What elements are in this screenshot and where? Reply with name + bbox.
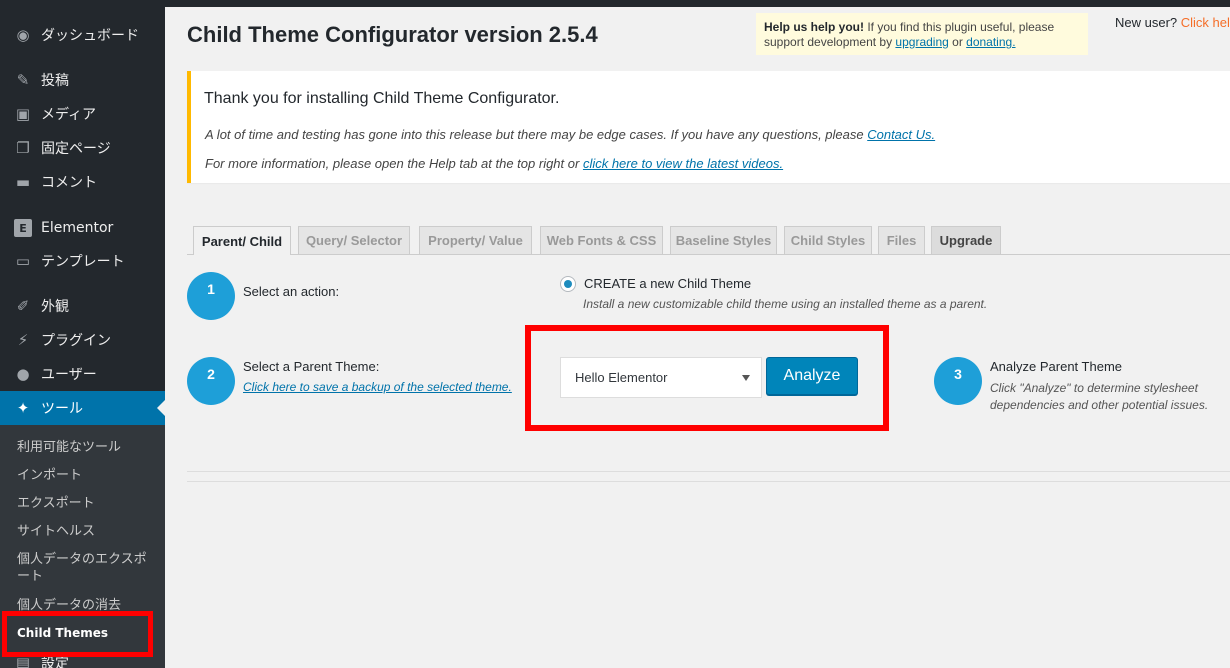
user-icon: ●: [16, 365, 30, 383]
section-divider: [187, 481, 1230, 482]
sidebar-item-label: 投稿: [41, 73, 69, 89]
tab-files[interactable]: Files: [878, 226, 925, 254]
sidebar-item-pages[interactable]: ❐ 固定ページ: [0, 131, 165, 165]
tab-baseline: [187, 254, 1230, 255]
step-1-label: Select an action:: [243, 284, 340, 299]
submenu-item-site-health[interactable]: サイトヘルス: [17, 523, 157, 540]
install-notice: Thank you for installing Child Theme Con…: [187, 71, 1230, 183]
sidebar-item-appearance[interactable]: ✐ 外観: [0, 289, 165, 323]
notice-line-1: A lot of time and testing has gone into …: [205, 127, 935, 142]
sidebar-item-label: ダッシュボード: [41, 28, 139, 44]
pin-icon: ✎: [16, 71, 30, 89]
tab-parent-child[interactable]: Parent/ Child: [193, 226, 291, 255]
sidebar-item-posts[interactable]: ✎ 投稿: [0, 63, 165, 97]
step-3-label: Analyze Parent Theme: [990, 359, 1122, 374]
analyze-button[interactable]: Analyze: [766, 357, 858, 395]
media-icon: ▣: [15, 105, 31, 123]
step-3-desc-line-2: dependencies and other potential issues.: [990, 398, 1209, 412]
sidebar-item-elementor[interactable]: E Elementor: [0, 211, 165, 245]
sidebar-item-label: ユーザー: [41, 367, 97, 383]
create-child-theme-label: CREATE a new Child Theme: [584, 276, 752, 291]
chevron-down-icon: [742, 375, 750, 381]
sidebar-item-comments[interactable]: ▬ コメント: [0, 165, 165, 199]
submenu-item-available-tools[interactable]: 利用可能なツール: [17, 439, 157, 456]
pages-icon: ❐: [16, 139, 30, 157]
latest-videos-link[interactable]: click here to view the latest videos.: [583, 156, 783, 171]
step-2-badge: 2: [187, 357, 235, 405]
sidebar-item-media[interactable]: ▣ メディア: [0, 97, 165, 131]
sidebar-item-label: プラグイン: [41, 333, 111, 349]
help-text-2: or: [948, 35, 967, 49]
upgrading-link[interactable]: upgrading: [895, 35, 948, 49]
step-1-badge: 1: [187, 272, 235, 320]
create-child-theme-desc: Install a new customizable child theme u…: [583, 297, 988, 311]
sidebar-item-templates[interactable]: ▭ テンプレート: [0, 244, 165, 278]
sidebar-item-label: 固定ページ: [41, 141, 111, 157]
sidebar-item-label: メディア: [41, 107, 97, 123]
wrench-icon: ✦: [16, 399, 30, 417]
tab-web-fonts-css[interactable]: Web Fonts & CSS: [540, 226, 663, 254]
brush-icon: ✐: [16, 297, 30, 315]
tab-query-selector[interactable]: Query/ Selector: [298, 226, 410, 254]
sidebar-item-tools[interactable]: ✦ ツール: [0, 391, 165, 425]
notice-line-1-text: A lot of time and testing has gone into …: [205, 127, 868, 142]
help-strong: Help us help you!: [764, 20, 865, 34]
comment-icon: ▬: [15, 173, 31, 191]
tab-property-value[interactable]: Property/ Value: [419, 226, 532, 254]
sidebar-item-label: コメント: [41, 175, 97, 191]
backup-theme-link[interactable]: Click here to save a backup of the selec…: [243, 380, 512, 394]
click-help-link[interactable]: Click help: [1181, 15, 1230, 30]
help-box: Help us help you! If you find this plugi…: [756, 13, 1088, 55]
notice-line-2-text: For more information, please open the He…: [205, 156, 583, 171]
parent-theme-select[interactable]: Hello Elementor: [560, 357, 762, 398]
sidebar-item-dashboard[interactable]: ◉ ダッシュボード: [0, 18, 165, 52]
tab-child-styles[interactable]: Child Styles: [784, 226, 872, 254]
sidebar-item-label: 外観: [41, 299, 69, 315]
donating-link[interactable]: donating.: [966, 35, 1015, 49]
step-3-desc: Click "Analyze" to determine stylesheet …: [990, 380, 1208, 414]
elementor-icon: E: [14, 219, 32, 237]
dashboard-icon: ◉: [16, 26, 30, 44]
plugin-icon: ⚡: [17, 331, 29, 349]
sidebar-item-users[interactable]: ● ユーザー: [0, 357, 165, 391]
sidebar-item-plugins[interactable]: ⚡ プラグイン: [0, 323, 165, 357]
admin-sidebar: ◉ ダッシュボード ✎ 投稿 ▣ メディア ❐ 固定ページ ▬ コメント E E…: [0, 0, 165, 668]
sidebar-item-label: ツール: [41, 401, 83, 417]
step-3-desc-line-1: Click "Analyze" to determine stylesheet: [990, 381, 1198, 395]
submenu-item-import[interactable]: インポート: [17, 467, 157, 484]
notice-title: Thank you for installing Child Theme Con…: [204, 90, 560, 107]
submenu-item-export[interactable]: エクスポート: [17, 495, 157, 512]
tab-upgrade[interactable]: Upgrade: [931, 226, 1001, 254]
step-3-badge: 3: [934, 357, 982, 405]
page-title: Child Theme Configurator version 2.5.4: [187, 22, 598, 47]
new-user-hint: New user? Click help: [1115, 15, 1230, 30]
submenu-item-export-personal-data[interactable]: 個人データのエクスポート: [17, 551, 157, 585]
contact-us-link[interactable]: Contact Us.: [867, 127, 935, 142]
notice-line-2: For more information, please open the He…: [205, 156, 783, 171]
parent-theme-selected: Hello Elementor: [575, 370, 668, 385]
new-user-text: New user?: [1115, 15, 1181, 30]
sidebar-item-label: テンプレート: [41, 254, 125, 270]
child-themes-highlight: [2, 611, 153, 657]
admin-top-bar: [0, 0, 1230, 7]
tab-baseline-styles[interactable]: Baseline Styles: [670, 226, 777, 254]
section-divider: [187, 471, 1230, 472]
step-2-label: Select a Parent Theme:: [243, 359, 380, 374]
folder-icon: ▭: [15, 252, 31, 270]
create-child-theme-radio[interactable]: [560, 276, 576, 292]
sidebar-item-label: Elementor: [41, 220, 114, 236]
